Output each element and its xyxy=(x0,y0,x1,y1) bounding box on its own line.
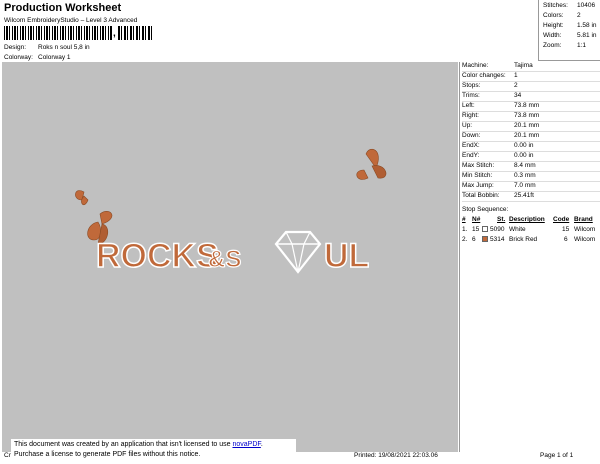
butterfly-icon xyxy=(75,190,89,206)
novapdf-link[interactable]: novaPDF xyxy=(232,441,260,448)
color-swatch xyxy=(482,226,488,233)
stop-sequence-title: Stop Sequence: xyxy=(462,206,509,213)
col-code: Code xyxy=(553,216,570,223)
row-description: White xyxy=(509,226,526,233)
col-st: St. xyxy=(497,216,506,223)
detail-stops: Stops: 2 xyxy=(462,82,600,92)
detail-max-jump: Max Jump: 7.0 mm xyxy=(462,182,600,192)
detail-up: Up: 20.1 mm xyxy=(462,122,600,132)
stat-stitches: Stitches: 10406 xyxy=(543,2,596,9)
row-thread-id: 5314 xyxy=(490,236,505,243)
colorway-value: Colorway 1 xyxy=(38,54,71,61)
barcode-separator: , xyxy=(113,28,116,39)
design-text-rocks: ROCKS xyxy=(96,237,219,275)
barcode-secondary xyxy=(118,26,154,40)
design-label: Design: xyxy=(4,44,27,51)
printed-timestamp: Printed: 19/08/2021 22:03.06 xyxy=(354,452,438,459)
table-row: 1. 15 5090 White 15 Wilcom xyxy=(462,226,600,236)
detail-min-stitch: Min Stitch: 0.3 mm xyxy=(462,172,600,182)
stats-box: Stitches: 10406 Colors: 2 Height: 1.58 in W… xyxy=(538,0,600,61)
row-num: 1. xyxy=(462,226,468,233)
stat-width: Width: 5.81 in xyxy=(543,32,597,39)
page-number: Page 1 of 1 xyxy=(540,452,574,459)
table-row: 2. 6 5314 Brick Red 6 Wilcom xyxy=(462,236,600,246)
detail-left: Left: 73.8 mm xyxy=(462,102,600,112)
detail-trims: Trims: 34 xyxy=(462,92,600,102)
row-n: 6 xyxy=(472,236,476,243)
license-notice: This document was created by an applicat… xyxy=(11,439,296,464)
design-text-amp-s: &S xyxy=(208,246,241,273)
notice-line-2: Purchase a license to generate PDF files… xyxy=(14,451,201,458)
detail-endy: EndY: 0.00 in xyxy=(462,152,600,162)
detail-total-bobbin: Total Bobbin: 25.41ft xyxy=(462,192,600,202)
stop-sequence-header: # N# St. Description Code Brand xyxy=(462,216,600,226)
detail-machine: Machine: Tajima xyxy=(462,62,600,72)
col-brand: Brand xyxy=(574,216,593,223)
detail-max-stitch: Max Stitch: 8.4 mm xyxy=(462,162,600,172)
machine-details-panel: Machine: Tajima Color changes: 1 Stops: 2 T… xyxy=(459,62,600,452)
row-code: 15 xyxy=(562,226,570,233)
design-value: Roks n soul 5,8 in xyxy=(38,44,90,51)
stat-height: Height: 1.58 in xyxy=(543,22,597,29)
detail-color-changes: Color changes: 1 xyxy=(462,72,600,82)
detail-down: Down: 20.1 mm xyxy=(462,132,600,142)
row-description: Brick Red xyxy=(509,236,538,243)
embroidery-design: ROCKS &S UL xyxy=(75,148,387,276)
butterfly-icon xyxy=(356,148,387,180)
row-n: 15 xyxy=(472,226,480,233)
software-subtitle: Wilcom EmbroideryStudio – Level 3 Advanc… xyxy=(4,17,138,24)
stat-zoom: Zoom: 1:1 xyxy=(543,42,587,49)
row-num: 2. xyxy=(462,236,468,243)
barcode xyxy=(4,26,112,40)
row-code: 6 xyxy=(564,236,568,243)
row-thread-id: 5090 xyxy=(490,226,505,233)
col-n: N# xyxy=(472,216,481,223)
page-title: Production Worksheet xyxy=(4,2,122,14)
row-brand: Wilcom xyxy=(574,226,596,233)
color-swatch xyxy=(482,236,488,243)
stat-colors: Colors: 2 xyxy=(543,12,581,19)
detail-endx: EndX: 0.00 in xyxy=(462,142,600,152)
footer-left-text: Cr xyxy=(4,452,11,459)
design-text-ul: UL xyxy=(324,237,369,275)
detail-right: Right: 73.8 mm xyxy=(462,112,600,122)
col-num: # xyxy=(462,216,466,223)
row-brand: Wilcom xyxy=(574,236,596,243)
col-description: Description xyxy=(509,216,545,223)
diamond-icon xyxy=(274,230,322,274)
notice-line-1: This document was created by an applicat… xyxy=(14,441,263,448)
colorway-label: Colorway: xyxy=(4,54,33,61)
